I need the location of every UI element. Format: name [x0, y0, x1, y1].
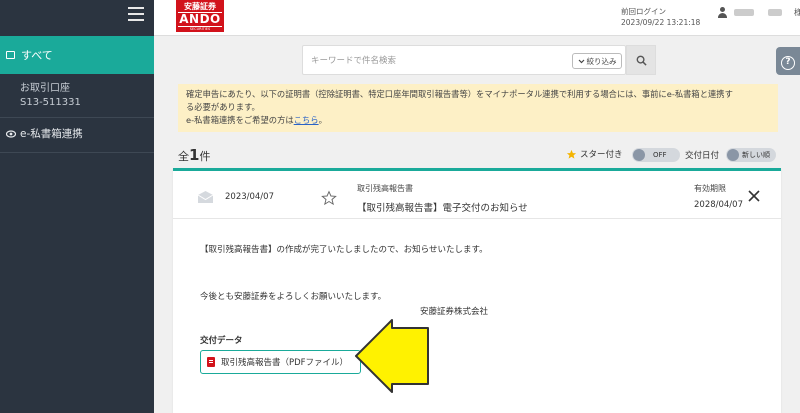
notice-line2: る必要があります。 — [186, 102, 260, 112]
search-input[interactable] — [311, 53, 561, 69]
message-card: 2023/04/07 取引残高報告書 【取引残高報告書】電子交付のお知らせ 有効… — [173, 168, 781, 413]
folder-icon — [6, 51, 15, 59]
message-date: 2023/04/07 — [225, 192, 274, 202]
date-sort-toggle[interactable]: 新しい順 — [726, 148, 776, 162]
star-filter-label: スター付き — [566, 148, 623, 160]
expiry-label: 有効期限 — [694, 184, 726, 193]
sidebar-item-account[interactable]: お取引口座 S13-511331 — [20, 82, 81, 110]
last-login: 前回ログイン 2023/09/22 13:21:18 — [621, 6, 700, 28]
attachment-pdf-button[interactable]: 取引残高報告書（PDFファイル） — [200, 350, 361, 374]
sidebar-item-ebox-label: e-私書箱連携 — [20, 128, 83, 140]
logo-sub: SECURITIES — [189, 27, 211, 31]
sidebar-item-all-label: すべて — [21, 49, 53, 62]
search-button[interactable] — [626, 45, 656, 75]
notice-banner: 確定申告にあたり、以下の証明書（控除証明書、特定口座年間取引報告書等）をマイナポ… — [178, 84, 778, 132]
sidebar: すべて お取引口座 S13-511331 e-私書箱連携 — [0, 0, 154, 413]
count-prefix: 全 — [178, 150, 189, 163]
sidebar-item-all[interactable]: すべて — [0, 36, 154, 74]
star-icon — [566, 149, 577, 159]
sidebar-top — [0, 0, 154, 36]
sidebar-divider — [0, 152, 154, 153]
notice-line3-pre: e-私書箱連携をご希望の方は — [186, 115, 294, 125]
count-suffix: 件 — [199, 150, 211, 163]
attachment-file-name: 取引残高報告書（PDFファイル） — [221, 358, 349, 368]
search-box: 絞り込み — [302, 45, 626, 75]
message-body-signature: 安藤証券株式会社 — [420, 307, 489, 317]
account-number: S13-511331 — [20, 97, 81, 108]
date-sort-label: 交付日付 — [685, 151, 720, 161]
message-subject: 【取引残高報告書】電子交付のお知らせ — [357, 203, 528, 214]
help-tab[interactable]: ? — [776, 47, 800, 75]
attachment-label: 交付データ — [200, 336, 243, 346]
pdf-icon — [207, 357, 215, 367]
help-icon: ? — [781, 56, 795, 70]
star-icon[interactable] — [321, 190, 337, 206]
chevron-down-icon — [578, 59, 584, 63]
message-category: 取引残高報告書 — [357, 184, 413, 193]
message-body-line2: 今後とも安藤証券をよろしくお願いいたします。 — [200, 292, 387, 302]
account-label: お取引口座 — [20, 83, 70, 94]
date-toggle-state: 新しい順 — [742, 151, 770, 159]
result-count: 全1件 — [178, 146, 210, 164]
notice-link[interactable]: こちら — [294, 115, 319, 125]
user-suffix: 様 — [794, 8, 800, 17]
user-name-redacted — [734, 9, 754, 16]
close-icon[interactable] — [748, 190, 760, 202]
toggle-knob — [633, 149, 645, 161]
star-toggle-state: OFF — [653, 151, 667, 159]
menu-icon[interactable] — [128, 7, 144, 21]
search-icon — [636, 55, 647, 66]
filter-button-label: 絞り込み — [586, 56, 617, 66]
star-filter-text: スター付き — [580, 150, 623, 160]
message-body-line1: 【取引残高報告書】の作成が完了いたしましたので、お知らせいたします。 — [200, 245, 488, 255]
count-value: 1 — [189, 146, 200, 164]
last-login-time: 2023/09/22 13:21:18 — [621, 18, 701, 27]
filter-button[interactable]: 絞り込み — [572, 53, 622, 69]
last-login-label: 前回ログイン — [621, 7, 666, 16]
message-header[interactable]: 2023/04/07 取引残高報告書 【取引残高報告書】電子交付のお知らせ 有効… — [173, 171, 781, 219]
logo-en: ANDO — [178, 12, 222, 27]
user-menu[interactable]: 様 — [717, 7, 800, 18]
arrow-annotation — [355, 319, 429, 393]
expiry-date: 2028/04/07 — [694, 200, 743, 210]
header: 安藤証券 ANDO SECURITIES 前回ログイン 2023/09/22 1… — [154, 0, 800, 36]
notice-line3: e-私書箱連携をご希望の方はこちら。 — [186, 114, 770, 127]
star-toggle[interactable]: OFF — [632, 148, 680, 162]
brand-logo[interactable]: 安藤証券 ANDO SECURITIES — [176, 0, 224, 32]
eye-icon — [6, 129, 16, 138]
user-icon — [717, 7, 728, 18]
logo-jp: 安藤証券 — [184, 2, 216, 11]
toggle-knob — [727, 149, 739, 161]
user-name-redacted — [768, 9, 782, 16]
sidebar-divider — [0, 117, 154, 118]
sidebar-item-ebox[interactable]: e-私書箱連携 — [6, 126, 83, 141]
notice-line1: 確定申告にあたり、以下の証明書（控除証明書、特定口座年間取引報告書等）をマイナポ… — [186, 89, 733, 99]
notice-line3-post: 。 — [318, 115, 327, 125]
mail-icon — [197, 191, 214, 203]
